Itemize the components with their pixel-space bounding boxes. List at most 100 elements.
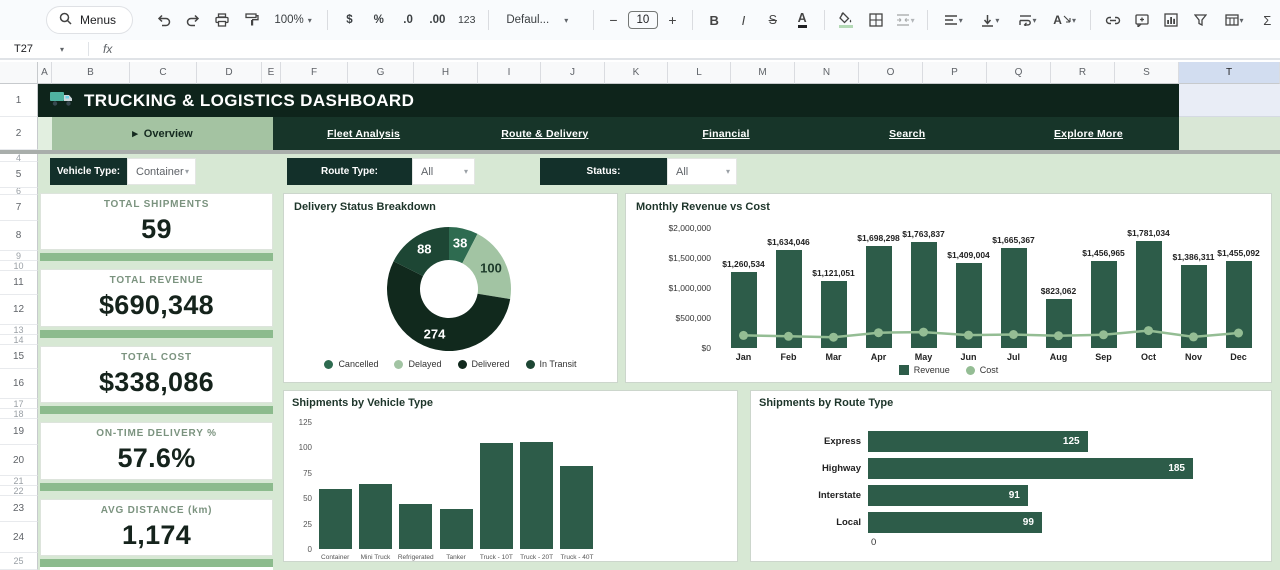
tab-route-delivery[interactable]: Route & Delivery: [454, 117, 635, 150]
column-header-I[interactable]: I: [478, 62, 541, 84]
column-header-P[interactable]: P: [923, 62, 987, 84]
row-header-7[interactable]: 7: [0, 195, 38, 221]
column-header-N[interactable]: N: [795, 62, 859, 84]
bold-button[interactable]: B: [701, 7, 726, 33]
insert-comment-button[interactable]: [1130, 7, 1155, 33]
row-header-8[interactable]: 8: [0, 221, 38, 251]
text-rotation-button[interactable]: A ▾: [1048, 7, 1081, 33]
filter-route-type-dropdown[interactable]: All ▾: [412, 158, 475, 185]
row-header-18[interactable]: 18: [0, 409, 38, 419]
column-header-K[interactable]: K: [605, 62, 668, 84]
row-header-25[interactable]: 25: [0, 553, 38, 570]
tab-search[interactable]: Search: [817, 117, 998, 150]
row-header-13[interactable]: 13: [0, 325, 38, 335]
row-header-21[interactable]: 21: [0, 476, 38, 486]
name-box[interactable]: T27 ▾: [0, 43, 88, 55]
more-formats-button[interactable]: 123: [454, 7, 479, 33]
row-header-11[interactable]: 11: [0, 271, 38, 295]
column-header-B[interactable]: B: [52, 62, 130, 84]
functions-button[interactable]: Σ: [1255, 7, 1280, 33]
percent-format-button[interactable]: %: [366, 7, 391, 33]
zoom-select[interactable]: 100% ▾: [268, 14, 317, 26]
column-header-D[interactable]: D: [197, 62, 262, 84]
merge-cells-button[interactable]: ▾: [892, 7, 917, 33]
column-header-Q[interactable]: Q: [987, 62, 1051, 84]
vertical-align-button[interactable]: ▾: [974, 7, 1007, 33]
column-header-F[interactable]: F: [281, 62, 348, 84]
column-header-T[interactable]: T: [1179, 62, 1280, 84]
increase-decimal-button[interactable]: .00: [425, 7, 450, 33]
row-header-12[interactable]: 12: [0, 295, 38, 325]
print-icon[interactable]: [210, 7, 235, 33]
row-header-5[interactable]: 5: [0, 162, 38, 188]
borders-button[interactable]: [863, 7, 888, 33]
chart-route-type-card[interactable]: Shipments by Route Type Express 125 Highwa…: [750, 390, 1272, 562]
horizontal-align-button[interactable]: ▾: [937, 7, 970, 33]
row-header-2[interactable]: 2: [0, 117, 38, 150]
undo-button[interactable]: [151, 7, 176, 33]
row-header-24[interactable]: 24: [0, 522, 38, 553]
increase-font-size-button[interactable]: +: [662, 12, 682, 28]
chart-vehicle-type-card[interactable]: Shipments by Vehicle Type 125 100 75 50 25 0 C…: [283, 390, 738, 562]
menus-search-button[interactable]: Menus: [46, 6, 134, 34]
font-select[interactable]: Defaul... ▾: [498, 14, 584, 26]
row-header-22[interactable]: 22: [0, 486, 38, 496]
column-header-S[interactable]: S: [1115, 62, 1179, 84]
row-header-10[interactable]: 10: [0, 261, 38, 271]
column-header-E[interactable]: E: [262, 62, 281, 84]
text-color-button[interactable]: A: [789, 7, 814, 33]
row-header-14[interactable]: 14: [0, 335, 38, 345]
fill-color-button[interactable]: [834, 7, 859, 33]
currency-format-button[interactable]: $: [337, 7, 362, 33]
paint-format-icon[interactable]: [239, 7, 264, 33]
chart-monthly-revenue-card[interactable]: Monthly Revenue vs Cost $2,000,000 $1,500…: [625, 193, 1272, 383]
redo-button[interactable]: [180, 7, 205, 33]
row-header-1[interactable]: 1: [0, 84, 38, 117]
row-header-6[interactable]: 6: [0, 188, 38, 195]
column-header-A[interactable]: A: [38, 62, 52, 84]
column-header-R[interactable]: R: [1051, 62, 1115, 84]
tab-fleet-analysis[interactable]: Fleet Analysis: [273, 117, 454, 150]
tab-explore-more[interactable]: Explore More: [998, 117, 1179, 150]
row-header-15[interactable]: 15: [0, 345, 38, 369]
column-header-M[interactable]: M: [731, 62, 795, 84]
row-header-16[interactable]: 16: [0, 369, 38, 399]
italic-button[interactable]: I: [731, 7, 756, 33]
column-header-L[interactable]: L: [668, 62, 731, 84]
column-header-J[interactable]: J: [541, 62, 605, 84]
cell-region-right-of-tabbar[interactable]: [1179, 117, 1280, 150]
strikethrough-button[interactable]: S: [760, 7, 785, 33]
column-header-G[interactable]: G: [348, 62, 414, 84]
kpi-card-1: TOTAL SHIPMENTS 59: [40, 193, 273, 250]
y-axis-label: $1,500,000: [668, 253, 711, 263]
cell-region-right-of-header[interactable]: [1179, 84, 1280, 117]
filter-status-dropdown[interactable]: All ▾: [667, 158, 737, 185]
row-header-20[interactable]: 20: [0, 445, 38, 476]
column-header-C[interactable]: C: [130, 62, 197, 84]
tab-overview-active[interactable]: ▸ Overview: [52, 117, 273, 150]
donut-value-label: 274: [423, 326, 446, 342]
insert-link-button[interactable]: [1100, 7, 1125, 33]
column-header-O[interactable]: O: [859, 62, 923, 84]
select-all-corner[interactable]: [0, 62, 38, 84]
decrease-font-size-button[interactable]: −: [603, 12, 623, 28]
insert-chart-button[interactable]: [1159, 7, 1184, 33]
row-header-4[interactable]: 4: [0, 154, 38, 162]
filter-vehicle-type-dropdown[interactable]: Container ▾: [127, 158, 196, 185]
filter-views-button[interactable]: ▾: [1217, 7, 1250, 33]
decrease-decimal-button[interactable]: .0: [395, 7, 420, 33]
cost-line-svg: [739, 326, 1243, 342]
frozen-rows-divider[interactable]: [0, 150, 1280, 154]
row-header-17[interactable]: 17: [0, 399, 38, 409]
chart-delivery-status-card[interactable]: Delivery Status Breakdown 38 100 274 88 Canc…: [283, 193, 618, 383]
kpi-card-2: TOTAL REVENUE $690,348: [40, 269, 273, 327]
row-header-9[interactable]: 9: [0, 251, 38, 261]
row-header-19[interactable]: 19: [0, 419, 38, 445]
text-wrap-button[interactable]: ▾: [1011, 7, 1044, 33]
tab-financial[interactable]: Financial: [635, 117, 816, 150]
font-size-input[interactable]: 10: [627, 11, 659, 29]
column-header-H[interactable]: H: [414, 62, 478, 84]
create-filter-button[interactable]: [1188, 7, 1213, 33]
formula-input[interactable]: [112, 40, 1280, 58]
row-header-23[interactable]: 23: [0, 496, 38, 522]
